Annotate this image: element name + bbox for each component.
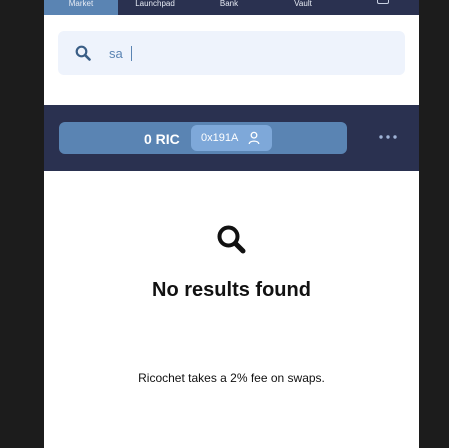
tab-bank[interactable]: Bank [192, 0, 266, 15]
user-icon [248, 131, 260, 145]
search-icon [75, 45, 91, 61]
wallet-icon[interactable] [377, 0, 389, 4]
text-caret [131, 46, 132, 61]
search-box[interactable] [58, 31, 405, 75]
tab-launchpad[interactable]: Launchpad [118, 0, 192, 15]
search-icon [217, 225, 246, 254]
top-navigation: Market Launchpad Bank Vault [44, 0, 419, 15]
wallet-bar: 0 RIC 0x191A [44, 105, 419, 171]
wallet-button[interactable]: 0 RIC 0x191A [59, 122, 347, 154]
empty-state-message: No results found [152, 279, 311, 301]
address-text: 0x191A [201, 132, 239, 144]
search-input[interactable] [109, 43, 359, 63]
tab-vault[interactable]: Vault [266, 0, 340, 15]
more-horizontal-icon[interactable] [377, 130, 399, 144]
app-panel: Market Launchpad Bank Vault 0 RIC 0x191A [44, 0, 419, 448]
tab-market[interactable]: Market [44, 0, 118, 15]
fee-note: Ricochet takes a 2% fee on swaps. [138, 371, 325, 385]
balance-text: 0 RIC [144, 131, 180, 147]
address-chip[interactable]: 0x191A [191, 125, 272, 151]
